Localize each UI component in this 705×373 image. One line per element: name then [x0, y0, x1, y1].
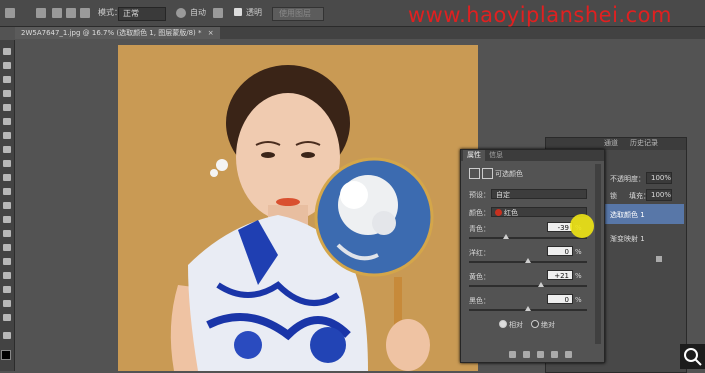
brush-tool-icon[interactable]: [3, 146, 11, 153]
foreground-color-swatch[interactable]: [1, 350, 11, 360]
eyedropper-tool-icon[interactable]: [3, 118, 11, 125]
layer-name: 选取颜色 1: [610, 211, 645, 219]
hand-tool-icon[interactable]: [3, 300, 11, 307]
colors-select[interactable]: 红色: [491, 207, 587, 217]
colors-select-value: 红色: [504, 209, 518, 217]
magnifier-icon: [684, 348, 702, 366]
properties-tab-bar: 属性 信息: [461, 150, 604, 161]
yellow-label: 黄色：: [469, 273, 490, 281]
transparent-checkbox[interactable]: [234, 8, 242, 16]
mask-icon[interactable]: [482, 168, 493, 179]
document-canvas[interactable]: [118, 45, 478, 371]
magenta-label: 洋红：: [469, 249, 490, 257]
red-swatch-icon: [495, 209, 502, 216]
absolute-radio[interactable]: [531, 320, 539, 328]
subtract-layer-icon[interactable]: [66, 8, 76, 18]
clip-to-layer-icon[interactable]: [509, 351, 516, 358]
lasso-tool-icon[interactable]: [3, 76, 11, 83]
anti-alias-icon[interactable]: [213, 8, 223, 18]
auto-check-label: 自动: [190, 8, 206, 17]
cursor-highlight: [570, 214, 594, 238]
magenta-field[interactable]: 0: [547, 246, 573, 256]
cyan-slider-thumb[interactable]: [503, 234, 509, 239]
crop-tool-icon[interactable]: [3, 104, 11, 111]
black-slider-thumb[interactable]: [525, 306, 531, 311]
percent-label: %: [575, 248, 582, 256]
zoom-tool-icon[interactable]: [3, 314, 11, 321]
clone-stamp-tool-icon[interactable]: [3, 160, 11, 167]
yellow-slider-thumb[interactable]: [538, 282, 544, 287]
marquee-tool-icon[interactable]: [3, 62, 11, 69]
layer-name: 渐变映射 1: [610, 235, 645, 243]
properties-scrollbar[interactable]: [595, 164, 601, 344]
intersect-layer-icon[interactable]: [80, 8, 90, 18]
preset-label: 预设：: [469, 191, 490, 199]
search-icon[interactable]: [680, 344, 705, 369]
lock-icon: [656, 256, 662, 262]
layer-row-selected[interactable]: 选取颜色 1: [604, 204, 684, 224]
blur-tool-icon[interactable]: [3, 216, 11, 223]
type-tool-icon[interactable]: [3, 258, 11, 265]
yellow-slider[interactable]: [469, 285, 587, 287]
black-field[interactable]: 0: [547, 294, 573, 304]
layer-style-icon[interactable]: [36, 8, 46, 18]
move-tool-icon[interactable]: [3, 48, 11, 55]
history-brush-tool-icon[interactable]: [3, 174, 11, 181]
properties-panel: 属性 信息 可选颜色 预设： 自定 颜色： 红色 青色： -39 % 洋红： 0…: [460, 149, 605, 363]
view-previous-icon[interactable]: [523, 351, 530, 358]
yellow-field[interactable]: +21: [547, 270, 573, 280]
visibility-icon[interactable]: [551, 351, 558, 358]
layer-row[interactable]: 渐变映射 1: [604, 228, 684, 248]
tab-properties[interactable]: 属性: [463, 150, 485, 161]
black-label: 黑色：: [469, 297, 490, 305]
relative-radio[interactable]: [499, 320, 507, 328]
tab-channels[interactable]: 通道: [600, 138, 622, 149]
fill-field[interactable]: 100%: [646, 189, 672, 201]
edit-toolbar-icon[interactable]: [3, 332, 11, 339]
eraser-tool-icon[interactable]: [3, 188, 11, 195]
lock-label: 锁: [610, 192, 617, 200]
selective-color-icon: [469, 168, 480, 179]
options-bar: 模式： 正常 自动 透明 使用图层 www.haoyiplanshei.com: [0, 0, 705, 27]
watermark-text: www.haoyiplanshei.com: [408, 3, 672, 27]
quick-select-tool-icon[interactable]: [3, 90, 11, 97]
move-tool-icon[interactable]: [5, 8, 15, 18]
tools-panel: [0, 40, 15, 371]
close-icon[interactable]: ×: [208, 29, 214, 37]
transparent-label: 透明: [246, 8, 262, 17]
tab-history[interactable]: 历史记录: [626, 138, 662, 149]
document-tab-title: 2W5A7647_1.jpg @ 16.7% (选取颜色 1, 图层蒙版/8) …: [21, 29, 202, 37]
colors-label: 颜色：: [469, 209, 490, 217]
opacity-label: 不透明度：: [610, 175, 645, 183]
pen-tool-icon[interactable]: [3, 244, 11, 251]
use-layers-button[interactable]: 使用图层: [272, 7, 324, 21]
reset-icon[interactable]: [537, 351, 544, 358]
dodge-tool-icon[interactable]: [3, 230, 11, 237]
document-tab-strip: 2W5A7647_1.jpg @ 16.7% (选取颜色 1, 图层蒙版/8) …: [15, 27, 705, 39]
tab-info[interactable]: 信息: [485, 150, 507, 161]
adjustment-title: 可选颜色: [495, 170, 523, 178]
healing-tool-icon[interactable]: [3, 132, 11, 139]
percent-label: %: [575, 296, 582, 304]
shape-tool-icon[interactable]: [3, 286, 11, 293]
document-tab[interactable]: 2W5A7647_1.jpg @ 16.7% (选取颜色 1, 图层蒙版/8) …: [15, 27, 220, 39]
path-select-tool-icon[interactable]: [3, 272, 11, 279]
gradient-tool-icon[interactable]: [3, 202, 11, 209]
opacity-field[interactable]: 100%: [646, 172, 672, 184]
relative-label: 相对: [509, 321, 523, 329]
portrait-photo: [118, 45, 478, 371]
radio-icon[interactable]: [176, 8, 186, 18]
preset-select[interactable]: 自定: [491, 189, 587, 199]
cyan-label: 青色：: [469, 225, 490, 233]
add-layer-icon[interactable]: [52, 8, 62, 18]
mode-select[interactable]: 正常: [118, 7, 166, 21]
percent-label: %: [575, 272, 582, 280]
trash-icon[interactable]: [565, 351, 572, 358]
magenta-slider-thumb[interactable]: [525, 258, 531, 263]
cyan-slider[interactable]: [469, 237, 587, 239]
absolute-label: 绝对: [541, 321, 555, 329]
